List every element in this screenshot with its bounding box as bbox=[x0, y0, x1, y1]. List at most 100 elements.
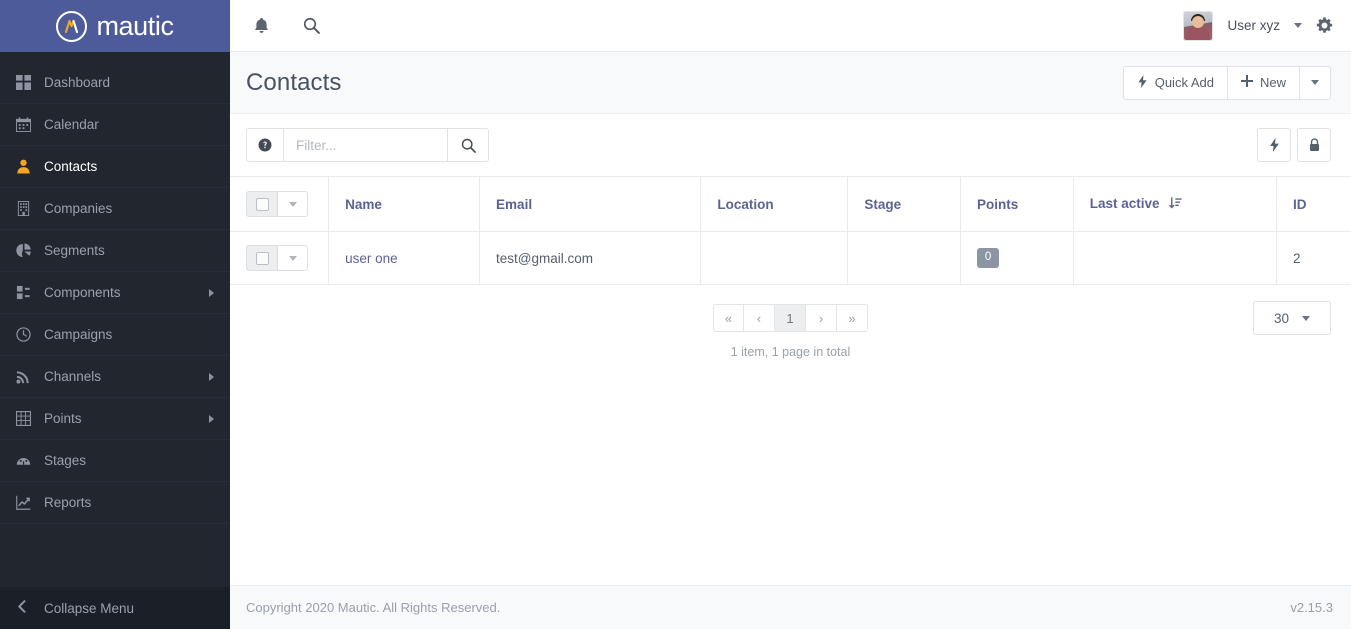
column-header-points[interactable]: Points bbox=[960, 176, 1074, 232]
user-menu-label[interactable]: User xyz bbox=[1227, 18, 1280, 33]
components-icon bbox=[16, 285, 44, 300]
sidebar-item-label: Campaigns bbox=[44, 327, 113, 342]
pagination-page-1[interactable]: 1 bbox=[775, 304, 806, 332]
row-select-cell bbox=[230, 231, 329, 285]
new-button[interactable]: New bbox=[1227, 65, 1300, 100]
pagination-next[interactable]: › bbox=[806, 304, 837, 332]
topbar-left-group bbox=[244, 9, 328, 43]
chevron-down-icon bbox=[1311, 80, 1319, 85]
sidebar-item-channels[interactable]: Channels bbox=[0, 356, 230, 398]
column-header-location[interactable]: Location bbox=[700, 176, 848, 232]
sidebar-item-segments[interactable]: Segments bbox=[0, 230, 230, 272]
brand-logo: mautic bbox=[56, 10, 174, 42]
version-text: v2.15.3 bbox=[1290, 600, 1333, 615]
lightning-icon bbox=[1137, 74, 1148, 91]
channels-icon bbox=[16, 369, 44, 384]
contacts-table: Name Email Location Stage Points Last ac… bbox=[230, 176, 1351, 285]
sidebar-item-label: Segments bbox=[44, 243, 105, 258]
sidebar-item-label: Companies bbox=[44, 201, 113, 216]
app-root: mautic Dashboard Calendar Contacts Compa… bbox=[0, 0, 1351, 629]
select-all-dropdown[interactable] bbox=[278, 191, 308, 217]
lock-icon[interactable] bbox=[1297, 128, 1331, 162]
pagination-last[interactable]: » bbox=[837, 304, 868, 332]
sidebar-item-label: Points bbox=[44, 411, 82, 426]
avatar[interactable] bbox=[1183, 10, 1214, 41]
content-area: Name Email Location Stage Points Last ac… bbox=[230, 114, 1351, 585]
cell-points: 0 bbox=[960, 231, 1074, 285]
chevron-left-icon bbox=[16, 600, 44, 616]
row-checkbox[interactable] bbox=[246, 245, 278, 271]
quick-add-button[interactable]: Quick Add bbox=[1122, 65, 1228, 100]
new-dropdown-button[interactable] bbox=[1300, 65, 1331, 100]
cell-last-active bbox=[1072, 231, 1277, 285]
list-toolbar bbox=[230, 114, 1351, 176]
points-badge: 0 bbox=[977, 248, 1000, 268]
column-header-last-active[interactable]: Last active bbox=[1072, 176, 1277, 232]
dashboard-icon bbox=[16, 75, 44, 90]
page-header: Contacts Quick Add New bbox=[230, 52, 1351, 114]
search-submit-button[interactable] bbox=[447, 128, 489, 162]
mautic-logo-icon bbox=[56, 10, 88, 42]
pagination: « ‹ 1 › » bbox=[713, 304, 868, 332]
column-header-name[interactable]: Name bbox=[328, 176, 480, 232]
column-header-last-active-label: Last active bbox=[1089, 195, 1160, 211]
filter-group bbox=[246, 128, 489, 162]
chevron-down-icon bbox=[288, 255, 297, 261]
pagination-prev[interactable]: ‹ bbox=[744, 304, 775, 332]
cell-stage bbox=[847, 231, 961, 285]
sidebar-item-label: Components bbox=[44, 285, 121, 300]
search-input[interactable] bbox=[284, 128, 447, 162]
per-page-select[interactable]: 30 bbox=[1253, 301, 1331, 335]
stages-icon bbox=[16, 453, 44, 468]
sidebar-item-dashboard[interactable]: Dashboard bbox=[0, 62, 230, 104]
pagination-summary: 1 item, 1 page in total bbox=[730, 345, 851, 359]
reports-icon bbox=[16, 495, 44, 510]
collapse-menu-button[interactable]: Collapse Menu bbox=[0, 587, 230, 629]
chevron-right-icon bbox=[209, 372, 214, 381]
question-circle-icon[interactable] bbox=[246, 128, 284, 162]
companies-icon bbox=[16, 201, 44, 216]
sidebar-item-reports[interactable]: Reports bbox=[0, 482, 230, 524]
sidebar-item-label: Stages bbox=[44, 453, 87, 468]
copyright-text: Copyright 2020 Mautic. All Rights Reserv… bbox=[246, 600, 501, 615]
calendar-icon bbox=[16, 117, 44, 132]
brand-header[interactable]: mautic bbox=[0, 0, 230, 52]
select-all-checkbox[interactable] bbox=[246, 191, 278, 217]
points-icon bbox=[16, 411, 44, 426]
sidebar-item-stages[interactable]: Stages bbox=[0, 440, 230, 482]
sidebar-item-components[interactable]: Components bbox=[0, 272, 230, 314]
collapse-menu-label: Collapse Menu bbox=[44, 600, 135, 616]
gear-icon[interactable] bbox=[1316, 17, 1333, 34]
column-header-stage[interactable]: Stage bbox=[847, 176, 961, 232]
column-header-email[interactable]: Email bbox=[479, 176, 701, 232]
pagination-first[interactable]: « bbox=[713, 304, 744, 332]
topbar: User xyz bbox=[230, 0, 1351, 52]
campaigns-icon bbox=[16, 327, 44, 342]
chevron-down-icon bbox=[288, 201, 297, 207]
bell-icon[interactable] bbox=[244, 9, 278, 43]
chevron-right-icon bbox=[209, 288, 214, 297]
sidebar-item-companies[interactable]: Companies bbox=[0, 188, 230, 230]
lightning-icon[interactable] bbox=[1257, 128, 1291, 162]
sidebar-item-calendar[interactable]: Calendar bbox=[0, 104, 230, 146]
search-icon[interactable] bbox=[294, 9, 328, 43]
content-filler bbox=[230, 371, 1351, 585]
checkbox-icon bbox=[255, 197, 269, 211]
sidebar-item-contacts[interactable]: Contacts bbox=[0, 146, 230, 188]
row-actions-dropdown[interactable] bbox=[278, 245, 308, 271]
column-header-id[interactable]: ID bbox=[1276, 176, 1351, 232]
checkbox-icon bbox=[255, 251, 269, 265]
brand-name: mautic bbox=[96, 10, 174, 41]
pagination-center: « ‹ 1 › » bbox=[230, 304, 1351, 332]
sidebar-item-campaigns[interactable]: Campaigns bbox=[0, 314, 230, 356]
contact-name-link[interactable]: user one bbox=[345, 251, 398, 266]
header-select-all bbox=[230, 176, 329, 232]
sidebar-item-label: Reports bbox=[44, 495, 92, 510]
table-row[interactable]: user one test@gmail.com 0 2 bbox=[230, 231, 1351, 285]
chevron-down-icon[interactable] bbox=[1294, 23, 1302, 28]
sidebar-item-label: Contacts bbox=[44, 159, 98, 174]
footer: Copyright 2020 Mautic. All Rights Reserv… bbox=[230, 585, 1351, 629]
sidebar-item-points[interactable]: Points bbox=[0, 398, 230, 440]
page-actions: Quick Add New bbox=[1122, 65, 1331, 100]
per-page-value: 30 bbox=[1273, 310, 1290, 326]
